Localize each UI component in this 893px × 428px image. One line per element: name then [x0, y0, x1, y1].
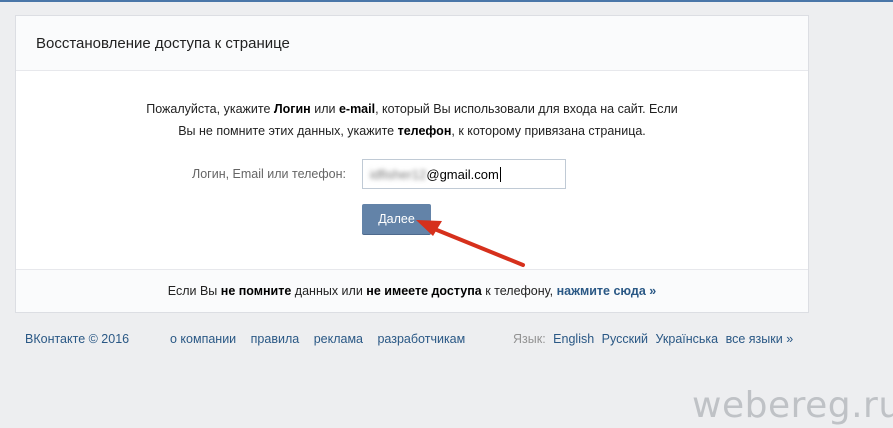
page-title: Восстановление доступа к странице [36, 35, 290, 52]
language-ukrainian[interactable]: Українська [656, 332, 719, 346]
footer-link-about[interactable]: о компании [170, 332, 236, 346]
footer-link-developers[interactable]: разработчикам [377, 332, 465, 346]
login-field-label: Логин, Email или телефон: [192, 167, 346, 181]
watermark: webereg.ru [692, 385, 893, 426]
intro-bold-email: e-mail [338, 102, 376, 116]
top-accent-line [0, 0, 893, 2]
email-domain-text: @gmail.com [426, 167, 499, 182]
language-english[interactable]: English [553, 332, 594, 346]
intro-text: Вы не помните этих данных, укажите [178, 124, 398, 138]
instructions-text: Пожалуйста, укажите Логин или e-mail, ко… [16, 98, 808, 142]
intro-text: , который Вы использовали для входа на с… [375, 102, 678, 116]
blurred-username: idfisher12 [370, 167, 427, 182]
copyright: ВКонтакте © 2016 [25, 332, 130, 346]
footer-links: о компании правила реклама разработчикам [170, 332, 476, 346]
arrow-shaft [430, 226, 525, 267]
intro-text: , к которому привязана страница. [451, 124, 646, 138]
language-label: Язык: [513, 332, 546, 346]
text-cursor [499, 167, 501, 182]
footer-link-rules[interactable]: правила [251, 332, 300, 346]
footer-bold-text: не помните [220, 284, 292, 298]
arrow-head [416, 220, 442, 236]
red-arrow-annotation [416, 220, 525, 267]
footer-bold-text: не имеете доступа [366, 284, 482, 298]
intro-bold-login: Логин [273, 102, 311, 116]
card-header: Восстановление доступа к странице [16, 16, 808, 71]
footer-text: к телефону, [481, 284, 557, 298]
intro-text: Пожалуйста, укажите [146, 102, 274, 116]
footer-text: данных или [291, 284, 367, 298]
login-input-value: idfisher12@gmail.com [370, 167, 501, 182]
language-selector: Язык: English Русский Українська все язы… [513, 332, 797, 346]
page-footer: ВКонтакте © 2016 о компании правила рекл… [25, 332, 815, 350]
intro-text: или [310, 102, 339, 116]
language-russian[interactable]: Русский [602, 332, 648, 346]
click-here-link[interactable]: нажмите сюда » [557, 284, 657, 298]
language-all[interactable]: все языки » [726, 332, 794, 346]
intro-bold-phone: телефон [397, 124, 452, 138]
footer-text: Если Вы [167, 284, 221, 298]
footer-link-ads[interactable]: реклама [314, 332, 363, 346]
